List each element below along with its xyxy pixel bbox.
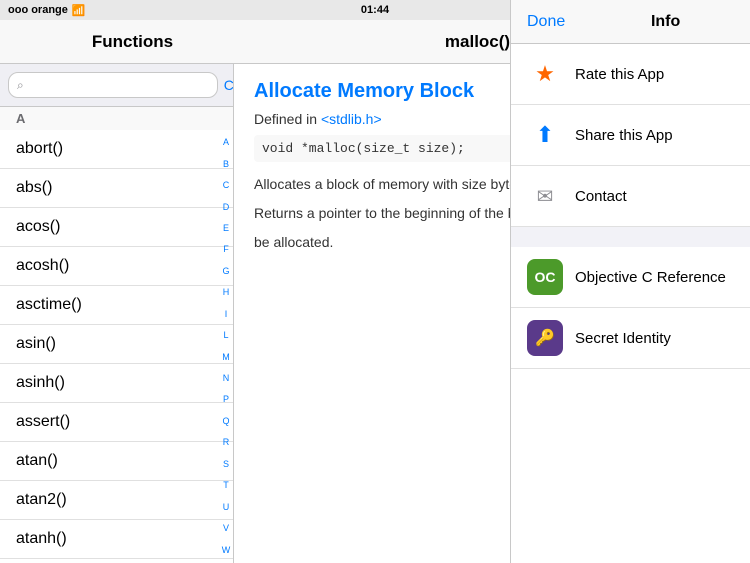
alpha-index[interactable]: A B C D E F G H I L M N P Q R S T U V W: [219, 130, 233, 563]
alpha-n[interactable]: N: [223, 374, 230, 383]
wifi-icon: 📶: [72, 4, 86, 17]
status-left: ooo orange 📶: [8, 4, 86, 17]
rate-app-item[interactable]: ★ Rate this App: [511, 44, 750, 105]
defined-link[interactable]: <stdlib.h>: [321, 111, 382, 127]
function-list: abort() abs() acos() acosh() asctime() a…: [0, 130, 233, 563]
rate-app-label: Rate this App: [575, 66, 664, 83]
alpha-d[interactable]: D: [223, 203, 230, 212]
status-time: 01:44: [361, 4, 389, 16]
list-item[interactable]: atan(): [0, 442, 233, 481]
section-header-a: A: [0, 107, 233, 130]
info-panel: Done Info ★ Rate this App ⬆ Share this A…: [510, 0, 750, 563]
contact-icon: ✉: [527, 178, 563, 214]
share-icon: ⬆: [527, 117, 563, 153]
list-item[interactable]: acos(): [0, 208, 233, 247]
function-items: abort() abs() acos() acosh() asctime() a…: [0, 130, 233, 563]
alpha-g[interactable]: G: [222, 267, 229, 276]
alpha-p[interactable]: P: [223, 395, 229, 404]
carrier-text: ooo orange: [8, 4, 68, 16]
list-item[interactable]: atan2(): [0, 481, 233, 520]
nav-title: malloc(): [445, 32, 510, 52]
alpha-b[interactable]: B: [223, 160, 229, 169]
overlay-tab-bar: Info: [581, 13, 750, 31]
alpha-l[interactable]: L: [223, 331, 228, 340]
list-item[interactable]: abs(): [0, 169, 233, 208]
alpha-c[interactable]: C: [223, 181, 230, 190]
sidebar: ⌕ Cancel A abort() abs() acos() acosh() …: [0, 64, 234, 563]
search-bar: ⌕ Cancel: [0, 64, 233, 107]
secret-label: Secret Identity: [575, 330, 671, 347]
list-item[interactable]: atanh(): [0, 520, 233, 559]
search-icon: ⌕: [17, 78, 24, 93]
star-icon: ★: [527, 56, 563, 92]
alpha-m[interactable]: M: [222, 353, 230, 362]
list-item[interactable]: asctime(): [0, 286, 233, 325]
objcref-label: Objective C Reference: [575, 269, 726, 286]
defined-text: Defined in: [254, 111, 321, 127]
share-app-item[interactable]: ⬆ Share this App: [511, 105, 750, 166]
alpha-s[interactable]: S: [223, 460, 229, 469]
list-item[interactable]: atexit(): [0, 559, 233, 563]
contact-item[interactable]: ✉ Contact: [511, 166, 750, 227]
sidebar-title: Functions: [16, 32, 249, 52]
alpha-i[interactable]: I: [225, 310, 228, 319]
alpha-q[interactable]: Q: [222, 417, 229, 426]
list-item[interactable]: abort(): [0, 130, 233, 169]
section-gap: [511, 227, 750, 247]
alpha-h[interactable]: H: [223, 288, 230, 297]
search-input[interactable]: [28, 77, 209, 93]
alpha-f[interactable]: F: [223, 245, 229, 254]
cancel-button[interactable]: Cancel: [224, 77, 234, 93]
secret-icon: 🔑: [527, 320, 563, 356]
overlay-header: Done Info: [511, 0, 750, 44]
alpha-e[interactable]: E: [223, 224, 229, 233]
contact-label: Contact: [575, 188, 627, 205]
main-layout: ⌕ Cancel A abort() abs() acos() acosh() …: [0, 64, 750, 563]
list-item[interactable]: asinh(): [0, 364, 233, 403]
objcref-icon: OC: [527, 259, 563, 295]
list-item[interactable]: asin(): [0, 325, 233, 364]
alpha-v[interactable]: V: [223, 524, 229, 533]
info-tab-label[interactable]: Info: [639, 13, 692, 31]
alpha-w[interactable]: W: [222, 546, 231, 555]
list-item[interactable]: assert(): [0, 403, 233, 442]
alpha-t[interactable]: T: [223, 481, 229, 490]
objcref-item[interactable]: OC Objective C Reference: [511, 247, 750, 308]
alpha-u[interactable]: U: [223, 503, 230, 512]
search-wrapper: ⌕: [8, 72, 218, 98]
alpha-a[interactable]: A: [223, 138, 229, 147]
done-button[interactable]: Done: [511, 13, 581, 31]
share-app-label: Share this App: [575, 127, 673, 144]
secret-item[interactable]: 🔑 Secret Identity: [511, 308, 750, 369]
list-item[interactable]: acosh(): [0, 247, 233, 286]
alpha-r[interactable]: R: [223, 438, 230, 447]
